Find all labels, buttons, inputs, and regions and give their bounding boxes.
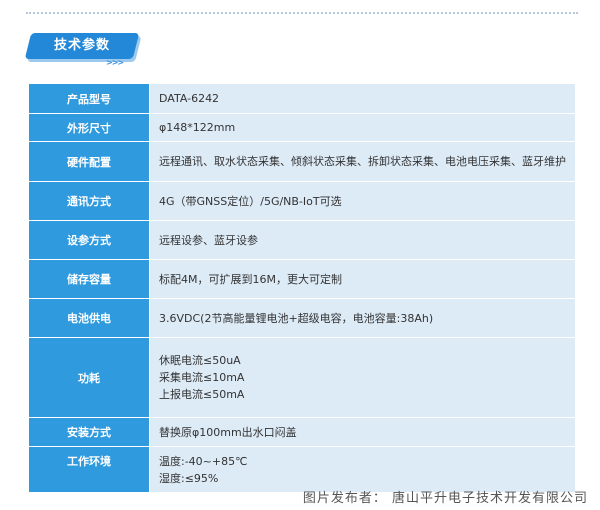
- spec-value-line: 上报电流≤50mA: [159, 388, 245, 401]
- section-title: 技术参数: [53, 38, 110, 53]
- spec-label: 安装方式: [29, 418, 150, 447]
- spec-value-line: 休眠电流≤50uA: [159, 354, 241, 367]
- spec-row-consumption: 功耗 休眠电流≤50uA 采集电流≤10mA 上报电流≤50mA: [29, 338, 575, 418]
- spec-value-line: 温度:-40~+85℃: [159, 454, 248, 468]
- spec-row-config: 设参方式 远程设参、蓝牙设参: [29, 221, 575, 260]
- spec-label: 硬件配置: [29, 142, 150, 182]
- spec-value: 3.6VDC(2节高能量锂电池+超级电容，电池容量:38Ah): [150, 299, 575, 338]
- spec-value-line: 湿度:≤95%: [159, 471, 219, 485]
- spec-value-line: 远程通讯、取水状态采集、倾斜状态采集、拆卸状态采集、电池电压采集、蓝牙维护: [159, 155, 566, 168]
- spec-value: 远程通讯、取水状态采集、倾斜状态采集、拆卸状态采集、电池电压采集、蓝牙维护: [150, 142, 575, 182]
- spec-value-line: 4G（带GNSS定位）/5G/NB-IoT可选: [159, 194, 342, 208]
- spec-value: 替换原φ100mm出水口闷盖: [150, 418, 575, 447]
- spec-row-storage: 储存容量 标配4M，可扩展到16M，更大可定制: [29, 260, 575, 299]
- spec-value: φ148*122mm: [150, 114, 575, 142]
- spec-label: 电池供电: [29, 299, 150, 338]
- spec-row-power: 电池供电 3.6VDC(2节高能量锂电池+超级电容，电池容量:38Ah): [29, 299, 575, 338]
- spec-label: 产品型号: [29, 84, 150, 114]
- spec-label: 工作环境: [29, 447, 150, 493]
- spec-label: 外形尺寸: [29, 114, 150, 142]
- spec-row-installation: 安装方式 替换原φ100mm出水口闷盖: [29, 418, 575, 447]
- section-header: 技术参数: [24, 33, 140, 61]
- chevrons-decoration-icon: >>>: [106, 58, 124, 67]
- spec-row-hardware: 硬件配置 远程通讯、取水状态采集、倾斜状态采集、拆卸状态采集、电池电压采集、蓝牙…: [29, 142, 575, 182]
- spec-value-line: 远程设参、蓝牙设参: [159, 233, 258, 247]
- spec-value: 远程设参、蓝牙设参: [150, 221, 575, 260]
- spec-table: 产品型号 DATA-6242 外形尺寸 φ148*122mm 硬件配置 远程通讯…: [29, 84, 575, 493]
- spec-value: DATA-6242: [150, 84, 575, 114]
- spec-value-line: DATA-6242: [159, 92, 220, 105]
- spec-row-communication: 通讯方式 4G（带GNSS定位）/5G/NB-IoT可选: [29, 182, 575, 221]
- spec-value: 休眠电流≤50uA 采集电流≤10mA 上报电流≤50mA: [150, 338, 575, 418]
- spec-value-line: φ148*122mm: [159, 121, 236, 134]
- spec-value-line: 采集电流≤10mA: [159, 371, 245, 384]
- spec-row-model: 产品型号 DATA-6242: [29, 84, 575, 114]
- spec-value: 标配4M，可扩展到16M，更大可定制: [150, 260, 575, 299]
- spec-value: 4G（带GNSS定位）/5G/NB-IoT可选: [150, 182, 575, 221]
- spec-label: 储存容量: [29, 260, 150, 299]
- image-credit-caption: 图片发布者： 唐山平升电子技术开发有限公司: [302, 491, 588, 506]
- spec-label: 通讯方式: [29, 182, 150, 221]
- spec-value-line: 替换原φ100mm出水口闷盖: [159, 425, 297, 439]
- spec-label: 功耗: [29, 338, 150, 418]
- spec-value-line: 标配4M，可扩展到16M，更大可定制: [159, 272, 342, 286]
- spec-row-dimensions: 外形尺寸 φ148*122mm: [29, 114, 575, 142]
- spec-label: 设参方式: [29, 221, 150, 260]
- spec-value-line: 3.6VDC(2节高能量锂电池+超级电容，电池容量:38Ah): [159, 311, 434, 325]
- top-divider: [26, 12, 578, 14]
